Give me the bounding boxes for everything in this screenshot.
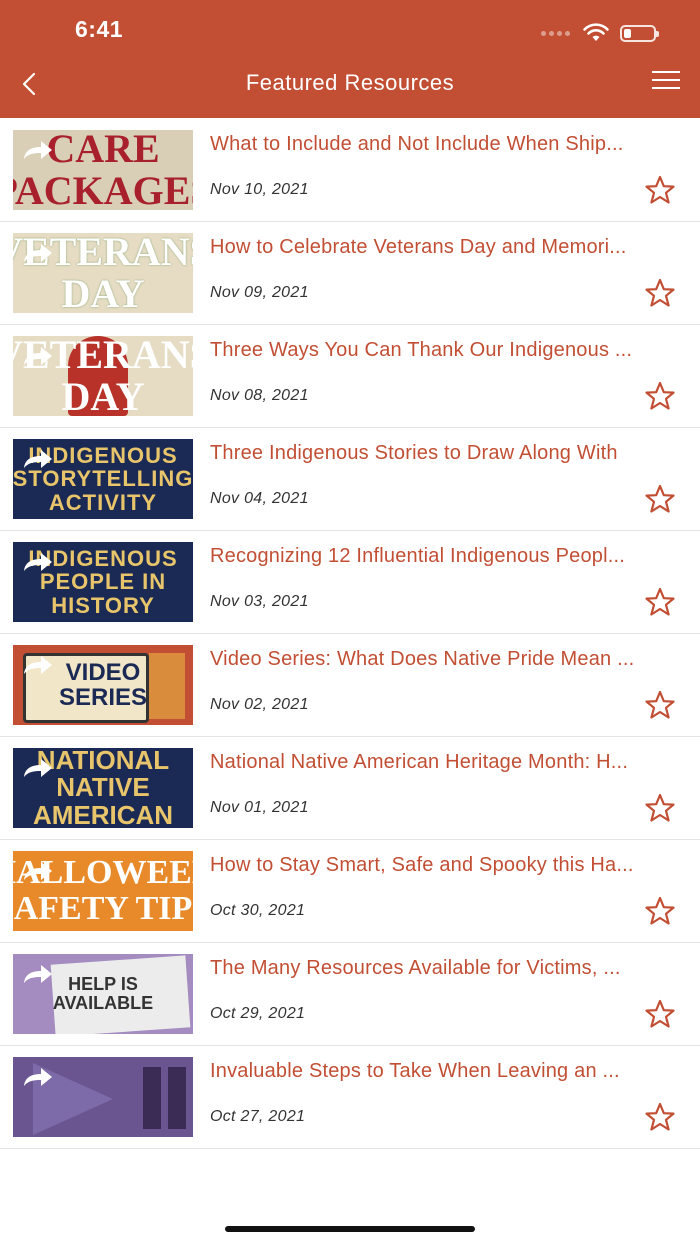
status-time: 6:41 <box>75 16 124 42</box>
item-date: Oct 30, 2021 <box>210 902 306 919</box>
item-title[interactable]: Three Ways You Can Thank Our Indigenous … <box>210 339 685 362</box>
share-icon[interactable] <box>21 344 55 368</box>
item-title[interactable]: The Many Resources Available for Victims… <box>210 957 685 980</box>
list-item[interactable]: VETERANS DAY Three Ways You Can Thank Our… <box>0 325 700 428</box>
item-title[interactable]: Invaluable Steps to Take When Leaving an… <box>210 1060 685 1083</box>
favorite-star-icon[interactable] <box>644 278 676 308</box>
thumbnail[interactable]: INDIGENOUS PEOPLE IN HISTORY <box>13 542 193 622</box>
favorite-star-icon[interactable] <box>644 587 676 617</box>
cellular-signal-icon <box>541 30 570 36</box>
share-icon[interactable] <box>21 241 55 265</box>
favorite-star-icon[interactable] <box>644 175 676 205</box>
list-item[interactable]: VETERANS DAY How to Celebrate Veterans Da… <box>0 222 700 325</box>
list-item[interactable]: HALLOWEEN SAFETY TIPS How to Stay Smart, … <box>0 840 700 943</box>
item-date: Nov 03, 2021 <box>210 593 309 610</box>
list-item[interactable]: Invaluable Steps to Take When Leaving an… <box>0 1046 700 1149</box>
favorite-star-icon[interactable] <box>644 1102 676 1132</box>
item-title[interactable]: Video Series: What Does Native Pride Mea… <box>210 648 685 671</box>
item-date: Nov 01, 2021 <box>210 799 309 816</box>
favorite-star-icon[interactable] <box>644 381 676 411</box>
home-indicator[interactable] <box>225 1226 475 1232</box>
thumbnail[interactable]: VIDEO SERIES <box>13 645 193 725</box>
favorite-star-icon[interactable] <box>644 896 676 926</box>
item-date: Nov 04, 2021 <box>210 490 309 507</box>
item-date: Nov 02, 2021 <box>210 696 309 713</box>
page-title: Featured Resources <box>245 70 455 95</box>
share-icon[interactable] <box>21 550 55 574</box>
list-item[interactable]: INDIGENOUS STORYTELLING ACTIVITY Three In… <box>0 428 700 531</box>
list-item[interactable]: INDIGENOUS PEOPLE IN HISTORY Recognizing … <box>0 531 700 634</box>
list-item[interactable]: NATIONAL NATIVE AMERICAN National Native … <box>0 737 700 840</box>
share-icon[interactable] <box>21 447 55 471</box>
item-title[interactable]: National Native American Heritage Month:… <box>210 751 685 774</box>
favorite-star-icon[interactable] <box>644 484 676 514</box>
item-date: Oct 27, 2021 <box>210 1108 306 1125</box>
favorite-star-icon[interactable] <box>644 690 676 720</box>
resource-list: CARE PACKAGES What to Include and Not Inc… <box>0 119 700 1149</box>
battery-icon <box>620 24 659 42</box>
share-icon[interactable] <box>21 962 55 986</box>
wifi-icon <box>583 23 609 41</box>
thumbnail-text: HELP IS AVAILABLE <box>52 974 154 1013</box>
thumbnail[interactable]: VETERANS DAY <box>13 336 193 416</box>
item-title[interactable]: Three Indigenous Stories to Draw Along W… <box>210 442 685 465</box>
thumbnail[interactable]: HELP IS AVAILABLE <box>13 954 193 1034</box>
thumbnail[interactable]: CARE PACKAGES <box>13 130 193 210</box>
item-date: Nov 08, 2021 <box>210 387 309 404</box>
item-title[interactable]: How to Stay Smart, Safe and Spooky this … <box>210 854 685 877</box>
status-icons <box>541 22 659 44</box>
share-icon[interactable] <box>21 653 55 677</box>
thumbnail[interactable]: VETERANS DAY <box>13 233 193 313</box>
thumbnail[interactable]: NATIONAL NATIVE AMERICAN <box>13 748 193 828</box>
item-title[interactable]: How to Celebrate Veterans Day and Memori… <box>210 236 685 259</box>
share-icon[interactable] <box>21 859 55 883</box>
thumbnail[interactable]: INDIGENOUS STORYTELLING ACTIVITY <box>13 439 193 519</box>
item-date: Nov 09, 2021 <box>210 284 309 301</box>
item-date: Oct 29, 2021 <box>210 1005 306 1022</box>
list-item[interactable]: CARE PACKAGES What to Include and Not Inc… <box>0 119 700 222</box>
share-icon[interactable] <box>21 1065 55 1089</box>
share-icon[interactable] <box>21 138 55 162</box>
hamburger-menu-icon[interactable] <box>652 71 680 95</box>
favorite-star-icon[interactable] <box>644 793 676 823</box>
item-date: Nov 10, 2021 <box>210 181 309 198</box>
share-icon[interactable] <box>21 756 55 780</box>
favorite-star-icon[interactable] <box>644 999 676 1029</box>
list-item[interactable]: VIDEO SERIES Video Series: What Does Nati… <box>0 634 700 737</box>
item-title[interactable]: Recognizing 12 Influential Indigenous Pe… <box>210 545 685 568</box>
thumbnail[interactable] <box>13 1057 193 1137</box>
list-item[interactable]: HELP IS AVAILABLE The Many Resources Avai… <box>0 943 700 1046</box>
thumbnail[interactable]: HALLOWEEN SAFETY TIPS <box>13 851 193 931</box>
nav-header: 6:41 Featured Resources <box>0 0 700 118</box>
item-title[interactable]: What to Include and Not Include When Shi… <box>210 133 685 156</box>
thumbnail-text: VIDEO SERIES <box>58 658 148 711</box>
